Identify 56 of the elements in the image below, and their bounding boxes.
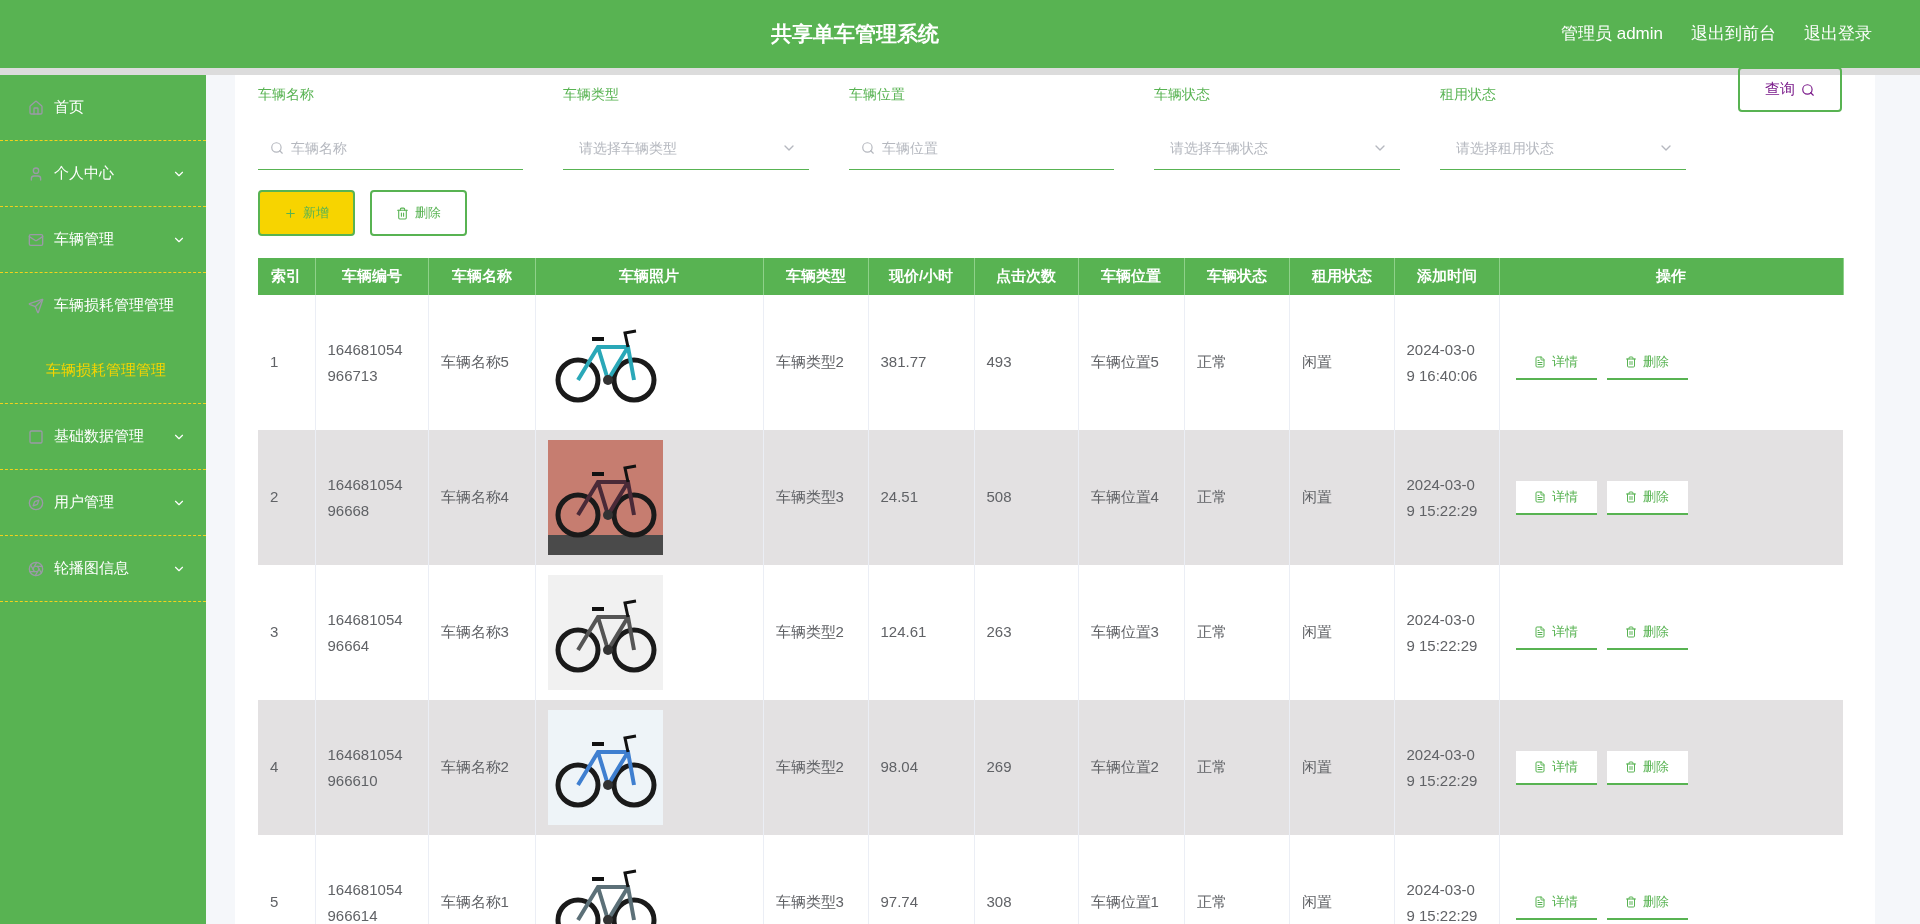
user-icon: [28, 165, 44, 182]
sidebar-item[interactable]: 基础数据管理: [0, 404, 206, 469]
table-cell: 车辆位置1: [1078, 835, 1184, 924]
details-button[interactable]: 详情: [1515, 480, 1597, 515]
document-icon: [1534, 895, 1546, 908]
send-icon: [28, 297, 44, 314]
table-cell: 正常: [1184, 835, 1289, 924]
query-button[interactable]: 查询: [1738, 67, 1842, 112]
table-cell: 308: [974, 835, 1078, 924]
sidebar-subitem[interactable]: 车辆损耗管理管理: [0, 338, 206, 403]
trash-icon: [1625, 760, 1637, 773]
document-icon: [1534, 760, 1546, 773]
document-icon: [1534, 355, 1546, 368]
table-cell: 车辆类型3: [763, 835, 868, 924]
filter-label: 租用状态: [1440, 85, 1497, 104]
trash-icon: [1625, 625, 1637, 638]
search-icon: [1801, 82, 1815, 97]
document-icon: [1534, 625, 1546, 638]
delete-button[interactable]: 删除: [1606, 750, 1688, 785]
document-icon: [1534, 490, 1546, 503]
app-title: 共享单车管理系统: [771, 21, 940, 48]
compass-icon: [28, 494, 44, 511]
plus-icon: [284, 206, 297, 220]
sidebar-item[interactable]: 车辆损耗管理管理: [0, 273, 206, 338]
filter-label: 车辆状态: [1154, 85, 1211, 104]
envelope-icon: [28, 231, 44, 248]
trash-icon: [1625, 490, 1637, 503]
sidebar-item[interactable]: 轮播图信息: [0, 536, 206, 601]
filter-label: 车辆名称: [258, 85, 315, 104]
table-cell: 车辆名称1: [428, 835, 535, 924]
sidebar-item[interactable]: 个人中心: [0, 141, 206, 206]
sidebar-item[interactable]: 车辆管理: [0, 207, 206, 272]
square-icon: [28, 428, 44, 445]
add-button[interactable]: 新增: [258, 190, 355, 236]
details-button[interactable]: 详情: [1515, 750, 1597, 785]
delete-button[interactable]: 删除: [1606, 480, 1688, 515]
filter-label: 车辆类型: [563, 85, 620, 104]
trash-icon: [1625, 355, 1637, 368]
header-link[interactable]: 退出登录: [1804, 21, 1872, 47]
table-cell: 5: [258, 835, 315, 924]
table-cell: 2024-03-09 15:22:29: [1394, 835, 1499, 924]
aperture-icon: [28, 560, 44, 577]
table-cell: 164681054966614: [315, 835, 428, 924]
header-link[interactable]: 管理员 admin: [1560, 21, 1663, 47]
trash-icon: [1625, 895, 1637, 908]
home-icon: [28, 99, 44, 116]
search-icon: [270, 141, 284, 155]
trash-icon: [396, 206, 409, 220]
delete-button[interactable]: 删除: [370, 190, 467, 236]
header-link[interactable]: 退出到前台: [1691, 21, 1776, 47]
table-cell: 闲置: [1289, 835, 1394, 924]
sidebar-item[interactable]: 首页: [0, 75, 206, 140]
filter-label: 车辆位置: [849, 85, 906, 104]
search-icon: [861, 141, 875, 155]
table-cell: 97.74: [868, 835, 974, 924]
sidebar-item[interactable]: 用户管理: [0, 470, 206, 535]
